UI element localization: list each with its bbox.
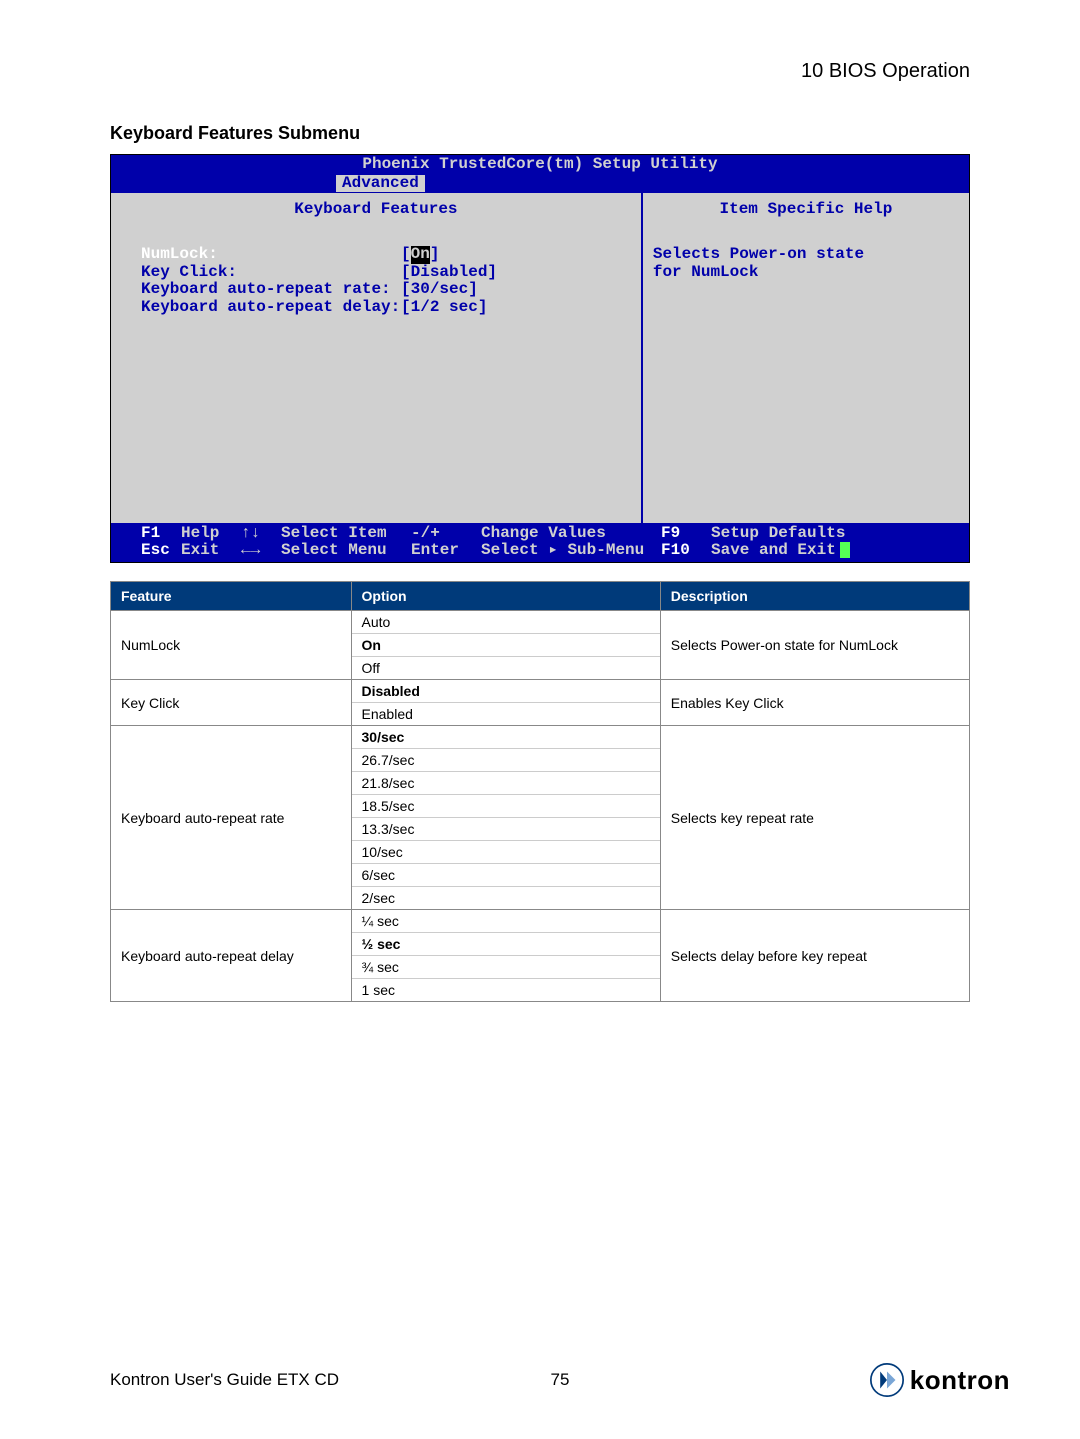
option-value: ½ sec — [352, 933, 660, 956]
bios-right-panel: Item Specific Help Selects Power-on stat… — [641, 193, 969, 523]
table-row: Keyboard auto-repeat rate30/sec26.7/sec2… — [111, 726, 970, 910]
bios-item-value: [1/2 sec] — [401, 299, 487, 317]
table-header: Option — [351, 582, 660, 611]
bios-item-value: [On] — [401, 246, 439, 264]
bios-footer-cell: F10 — [661, 542, 711, 560]
kontron-logo-text: kontron — [910, 1365, 1010, 1396]
option-value: 21.8/sec — [352, 772, 660, 795]
table-row: Keyboard auto-repeat delay¼ sec½ sec¾ se… — [111, 910, 970, 1002]
bios-footer-cell: Esc — [141, 542, 181, 560]
bios-item-value: [30/sec] — [401, 281, 478, 299]
feature-cell: Keyboard auto-repeat delay — [111, 910, 352, 1002]
bios-footer: F1Help↑↓Select Item-/+Change ValuesF9Set… — [111, 523, 969, 562]
bios-screenshot: Phoenix TrustedCore(tm) Setup Utility Ad… — [110, 154, 970, 563]
bios-item-value: [Disabled] — [401, 264, 497, 282]
bios-footer-cell: Select ▸ Sub-Menu — [481, 542, 661, 560]
page-footer: Kontron User's Guide ETX CD 75 kontron — [110, 1363, 1010, 1397]
description-cell: Enables Key Click — [660, 680, 969, 726]
table-row: NumLockAutoOnOffSelects Power-on state f… — [111, 611, 970, 680]
bios-active-menu: Advanced — [336, 175, 425, 193]
bios-footer-cell: F1 — [141, 525, 181, 543]
feature-cell: NumLock — [111, 611, 352, 680]
description-cell: Selects Power-on state for NumLock — [660, 611, 969, 680]
bios-item: NumLock:[On] — [141, 246, 631, 264]
chapter-title: 10 BIOS Operation — [110, 60, 970, 83]
option-cell: DisabledEnabled — [351, 680, 660, 726]
option-value: 6/sec — [352, 864, 660, 887]
bios-footer-cell: Save and Exit — [711, 542, 891, 560]
bios-item: Key Click:[Disabled] — [141, 264, 631, 282]
option-value: Disabled — [352, 680, 660, 703]
option-value: Auto — [352, 611, 660, 634]
option-value: 13.3/sec — [352, 818, 660, 841]
option-value: ¾ sec — [352, 956, 660, 979]
bios-footer-cell: ↑↓ — [241, 525, 281, 543]
option-value: 18.5/sec — [352, 795, 660, 818]
bios-footer-cell: Setup Defaults — [711, 525, 891, 543]
kontron-logo: kontron — [870, 1363, 1010, 1397]
bios-help-line1: Selects Power-on state — [653, 246, 959, 264]
bios-title: Phoenix TrustedCore(tm) Setup Utility — [111, 155, 969, 175]
bios-right-title: Item Specific Help — [653, 201, 959, 219]
bios-footer-cell: F9 — [661, 525, 711, 543]
option-value: 30/sec — [352, 726, 660, 749]
bios-footer-cell: Enter — [411, 542, 481, 560]
bios-footer-cell: Select Item — [281, 525, 411, 543]
feature-cell: Key Click — [111, 680, 352, 726]
bios-left-title: Keyboard Features — [121, 201, 631, 219]
option-value: 26.7/sec — [352, 749, 660, 772]
section-title: Keyboard Features Submenu — [110, 123, 970, 144]
option-value: 10/sec — [352, 841, 660, 864]
feature-table: FeatureOptionDescription NumLockAutoOnOf… — [110, 581, 970, 1002]
bios-item-label: Key Click: — [141, 264, 401, 282]
option-value: 2/sec — [352, 887, 660, 909]
bios-item-label: Keyboard auto-repeat delay: — [141, 299, 401, 317]
option-cell: 30/sec26.7/sec21.8/sec18.5/sec13.3/sec10… — [351, 726, 660, 910]
description-cell: Selects delay before key repeat — [660, 910, 969, 1002]
page-number: 75 — [551, 1370, 570, 1390]
bios-item-label: Keyboard auto-repeat rate: — [141, 281, 401, 299]
option-value: Enabled — [352, 703, 660, 725]
guide-name: Kontron User's Guide ETX CD — [110, 1370, 339, 1390]
option-value: ¼ sec — [352, 910, 660, 933]
cursor-icon — [840, 542, 850, 558]
table-row: Key ClickDisabledEnabledEnables Key Clic… — [111, 680, 970, 726]
option-cell: AutoOnOff — [351, 611, 660, 680]
option-value: Off — [352, 657, 660, 679]
bios-footer-cell: Help — [181, 525, 241, 543]
bios-item-label: NumLock: — [141, 246, 401, 264]
kontron-logo-icon — [870, 1363, 904, 1397]
bios-footer-cell: -/+ — [411, 525, 481, 543]
bios-help-line2: for NumLock — [653, 264, 959, 282]
bios-item: Keyboard auto-repeat delay:[1/2 sec] — [141, 299, 631, 317]
bios-footer-cell: Change Values — [481, 525, 661, 543]
option-value: On — [352, 634, 660, 657]
bios-footer-cell: Select Menu — [281, 542, 411, 560]
table-header: Description — [660, 582, 969, 611]
bios-footer-cell: ←→ — [241, 542, 281, 560]
table-header: Feature — [111, 582, 352, 611]
bios-menubar: Advanced — [111, 175, 969, 193]
feature-cell: Keyboard auto-repeat rate — [111, 726, 352, 910]
bios-help-text: Selects Power-on state for NumLock — [653, 246, 959, 281]
bios-item: Keyboard auto-repeat rate:[30/sec] — [141, 281, 631, 299]
bios-left-panel: Keyboard Features NumLock:[On]Key Click:… — [111, 193, 641, 523]
description-cell: Selects key repeat rate — [660, 726, 969, 910]
bios-footer-cell: Exit — [181, 542, 241, 560]
option-value: 1 sec — [352, 979, 660, 1001]
option-cell: ¼ sec½ sec¾ sec1 sec — [351, 910, 660, 1002]
